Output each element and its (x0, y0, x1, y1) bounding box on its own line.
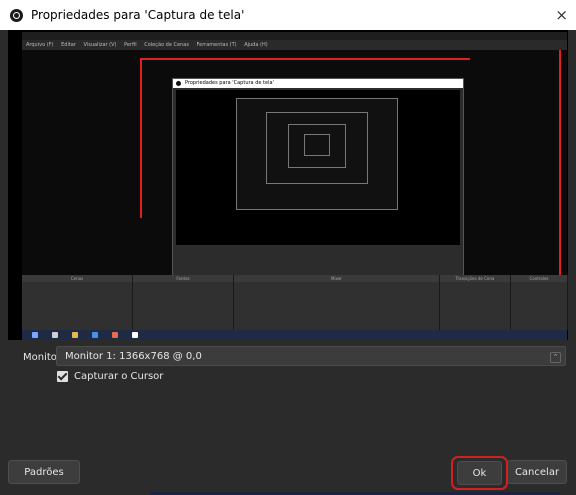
browser-icon (112, 332, 118, 338)
obs-taskbar-icon (132, 332, 138, 338)
properties-panel: Monitor Monitor 1: 1366x768 @ 0,0 ⌃ Capt… (0, 340, 576, 495)
nested-menu-item: Coleção de Cenas (144, 42, 189, 48)
nested-menu-item: Visualizar (V) (83, 42, 117, 48)
window-title: Propriedades para 'Captura de tela' (31, 8, 245, 22)
monitor-select[interactable]: Monitor 1: 1366x768 @ 0,0 ⌃ (56, 346, 566, 366)
title-bar: Propriedades para 'Captura de tela' × (0, 0, 576, 30)
nested-dock: Controles (511, 275, 568, 330)
capture-cursor-checkbox[interactable] (57, 371, 68, 382)
nested-dock: Fontes (133, 275, 234, 330)
nested-obs-titlebar (22, 32, 567, 40)
nested-obs-menu: Arquivo (F) Editar Visualizar (V) Perfil… (22, 40, 567, 50)
nested-dock: Cenas (22, 275, 133, 330)
nested-menu-item: Ferramentas (T) (196, 42, 237, 48)
nested-properties-window: Propriedades para 'Captura de tela' (172, 78, 464, 285)
nested-menu-item: Arquivo (F) (26, 42, 54, 48)
red-bounding-box (140, 58, 470, 60)
windows-start-icon (32, 332, 38, 338)
store-icon (92, 332, 98, 338)
nested-tunnel-frame (304, 134, 330, 156)
nested-menu-item: Ajuda (H) (244, 42, 268, 48)
defaults-button[interactable]: Padrões (8, 460, 80, 484)
chevron-icon: ⌃ (550, 352, 561, 363)
monitor-select-value: Monitor 1: 1366x768 @ 0,0 (65, 351, 202, 362)
nested-window-title: Propriedades para 'Captura de tela' (173, 79, 463, 88)
capture-cursor-row[interactable]: Capturar o Cursor (57, 371, 163, 382)
nested-menu-item: Perfil (124, 42, 137, 48)
source-preview: Arquivo (F) Editar Visualizar (V) Perfil… (8, 30, 568, 340)
nested-dock: Mixer (234, 275, 440, 330)
nested-dock: Transições de Cena (440, 275, 511, 330)
red-bounding-box (559, 50, 561, 275)
ok-button[interactable]: Ok (457, 461, 502, 485)
red-bounding-box (140, 58, 142, 218)
search-icon (52, 332, 58, 338)
nested-obs-docks: Cenas Fontes Mixer Transições de Cena Co… (22, 275, 568, 330)
obs-logo-icon (10, 8, 23, 22)
nested-preview (176, 90, 460, 245)
nested-obs-canvas: Propriedades para 'Captura de tela' (22, 50, 567, 285)
close-icon[interactable]: × (555, 6, 568, 24)
capture-cursor-label: Capturar o Cursor (74, 371, 164, 382)
folder-icon (72, 332, 78, 338)
cancel-button[interactable]: Cancelar (507, 460, 567, 484)
nested-menu-item: Editar (61, 42, 76, 48)
nested-taskbar (22, 330, 567, 340)
